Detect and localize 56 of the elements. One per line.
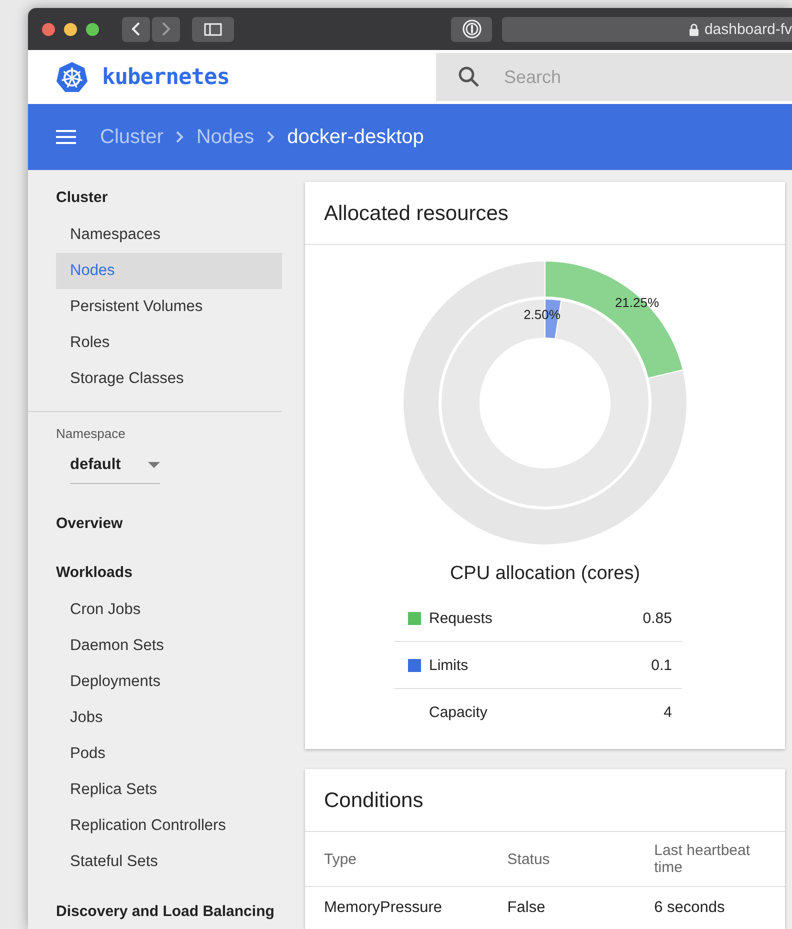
logo-text: kubernetes	[102, 64, 230, 90]
helm-wheel-logo-icon	[56, 61, 88, 93]
chevron-right-icon	[161, 21, 171, 37]
sidebar-section-link[interactable]: Cluster	[28, 180, 282, 215]
sidebar-section-link[interactable]: Workloads	[28, 555, 282, 590]
legend-label: Limits	[429, 656, 468, 674]
sidebar-item[interactable]: Roles	[56, 325, 282, 361]
sidebar-section-link[interactable]: Discovery and Load Balancing	[28, 894, 282, 929]
caret-icon	[148, 462, 160, 468]
table-cell: False	[488, 886, 636, 929]
sidebar-item[interactable]: Storage Classes	[56, 361, 282, 397]
sidebar-item[interactable]: Pods	[56, 736, 282, 772]
chevron-left-icon	[131, 21, 141, 37]
card-title: Allocated resources	[305, 182, 785, 245]
legend-label: Capacity	[429, 704, 488, 720]
forward-button[interactable]	[152, 16, 180, 42]
card-title: Conditions	[305, 769, 785, 832]
sidebar-item[interactable]: Daemon Sets	[56, 628, 282, 664]
chart-title: CPU allocation (cores)	[450, 563, 640, 585]
sidebar-section-link[interactable]: Overview	[28, 506, 282, 541]
search-icon	[458, 66, 480, 88]
chevron-right-icon	[175, 130, 184, 144]
search-input[interactable]: Search	[502, 66, 706, 88]
sidebar-item[interactable]: Deployments	[56, 664, 282, 700]
breadcrumb-link[interactable]: docker-desktop	[287, 126, 424, 148]
sidebar-item[interactable]: Namespaces	[56, 217, 282, 253]
sidebar-item[interactable]: Cron Jobs	[56, 592, 282, 628]
sidebar-icon	[204, 22, 222, 36]
address-bar[interactable]: dashboard-fv	[502, 16, 792, 42]
window-control-button[interactable]	[42, 22, 55, 36]
table-cell: 6 seconds	[635, 886, 785, 929]
table-cell: MemoryPressure	[305, 886, 488, 929]
lock-icon	[689, 22, 700, 36]
column-header: Type	[305, 832, 488, 886]
search-field[interactable]: Search	[436, 53, 792, 101]
sidebar-item[interactable]: Replica Sets	[56, 772, 282, 808]
sidebar-item[interactable]: Replication Controllers	[56, 808, 282, 844]
window-control-button[interactable]	[86, 22, 99, 36]
namespace-label: Namespace	[55, 426, 126, 441]
namespace-dropdown[interactable]: default	[70, 451, 160, 484]
legend-value: 0.1	[651, 656, 672, 674]
legend-label: Requests	[429, 610, 492, 626]
window-control-button[interactable]	[64, 22, 77, 36]
circled-bar-icon	[462, 19, 482, 39]
sidebar-item[interactable]: Jobs	[56, 700, 282, 736]
back-button[interactable]	[122, 16, 150, 42]
legend-value: 0.85	[642, 610, 672, 626]
chevron-right-icon	[266, 130, 276, 144]
column-header: Status	[488, 832, 636, 886]
sidebar-toggle-button[interactable]	[192, 16, 234, 42]
sidebar-item[interactable]: Stateful Sets	[56, 844, 282, 880]
menu-icon[interactable]	[56, 129, 76, 145]
legend-value: 4	[664, 704, 672, 720]
sidebar-item[interactable]: Persistent Volumes	[56, 289, 282, 325]
password-manager-button[interactable]	[451, 16, 492, 42]
column-header: Last heartbeat time	[635, 832, 785, 886]
